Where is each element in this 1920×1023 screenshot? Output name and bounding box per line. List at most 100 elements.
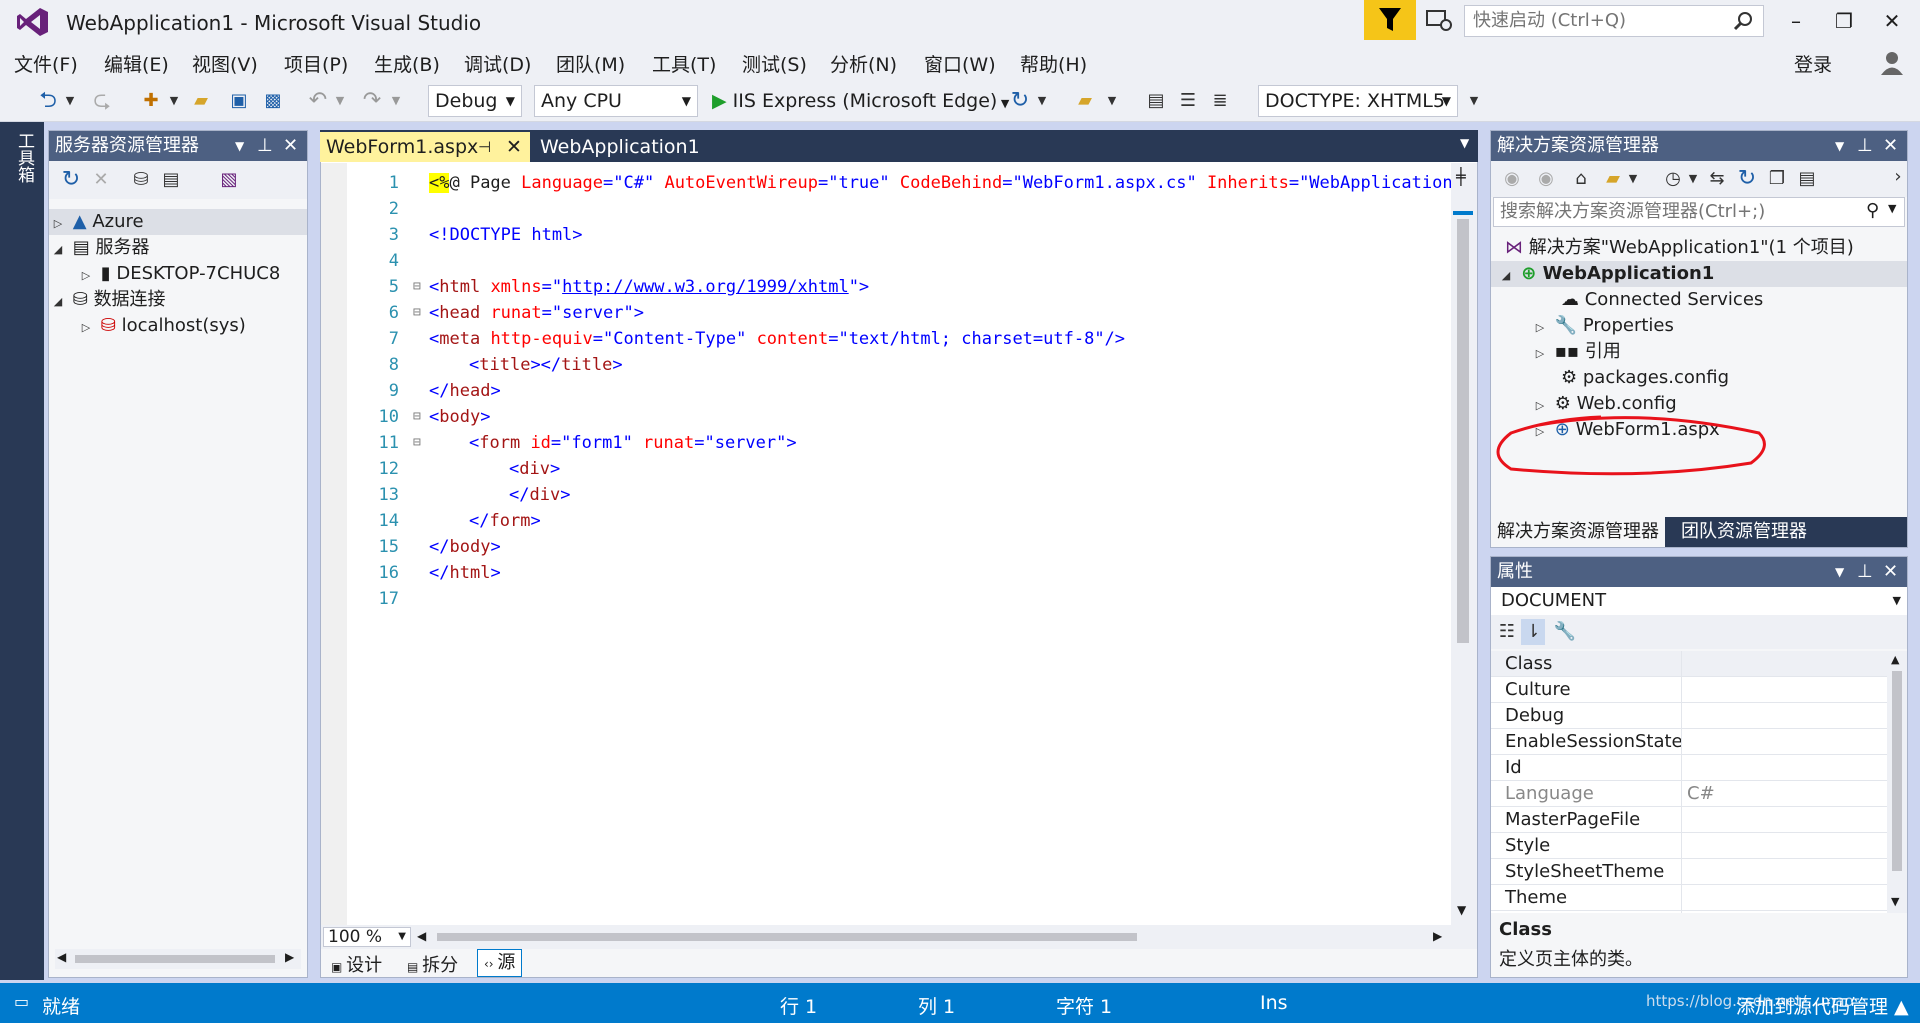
close-button[interactable]: ✕ [1872,6,1912,36]
refresh-browser-icon[interactable]: ↻ [1008,88,1032,114]
connect-database-icon[interactable]: ⛁ [129,167,153,193]
tree-item-packages-config[interactable]: ⚙ packages.config [1561,365,1729,391]
code-editor[interactable]: 1 2 3 4 5 6 7 8 9 10 11 12 13 14 15 16 1… [320,130,1478,978]
menu-edit[interactable]: 编辑(E) [104,50,169,77]
collapse-arrow-icon[interactable]: ◢ [49,237,67,263]
solution-platform-select[interactable]: Any CPU ▼ [534,85,698,117]
menu-file[interactable]: 文件(F) [14,50,78,77]
scrollbar-thumb[interactable] [1892,671,1902,871]
refresh-icon[interactable]: ↻ [1735,166,1759,192]
tab-webform1-aspx[interactable]: WebForm1.aspx ⊣ ✕ [320,132,530,162]
redo-icon[interactable]: ↷ [360,88,384,114]
tree-item-desktop[interactable]: ▷ ▮ DESKTOP-7CHUC8 [77,261,281,289]
menu-build[interactable]: 生成(B) [374,50,440,77]
menu-help[interactable]: 帮助(H) [1020,50,1087,77]
menu-analyze[interactable]: 分析(N) [830,50,897,77]
collapse-arrow-icon[interactable]: ◢ [1497,263,1515,289]
close-icon[interactable]: ✕ [283,131,298,161]
expand-arrow-icon[interactable]: ▷ [1531,315,1549,341]
design-view-button[interactable]: ▣ 设计 [331,951,382,976]
split-view-button[interactable]: ▤ 拆分 [407,951,458,976]
tree-item-connected-services[interactable]: ☁ Connected Services [1561,287,1763,313]
close-icon[interactable]: ✕ [1883,557,1898,587]
quick-launch-input[interactable] [1465,6,1720,34]
format-document-icon[interactable]: ▤ [1144,88,1168,114]
menu-view[interactable]: 视图(V) [192,50,258,77]
pin-icon[interactable]: ⊥ [257,131,273,161]
scroll-down-icon[interactable]: ▼ [1891,895,1899,908]
comment-lines-icon[interactable]: ≣ [1208,88,1232,114]
xmlns-link[interactable]: http://www.w3.org/1999/xhtml [562,277,849,297]
open-file-icon[interactable]: ▰ [188,88,214,114]
home-icon[interactable]: ⌂ [1569,166,1593,192]
object-selector[interactable]: DOCUMENT ▼ [1491,587,1907,615]
code-line-8[interactable]: <title></title> [469,355,623,375]
property-row[interactable]: Culture [1491,677,1887,703]
start-debugging-button[interactable]: ▶ IIS Express (Microsoft Edge) ▼ [712,88,1009,114]
menu-tools[interactable]: 工具(T) [652,50,716,77]
collapse-arrow-icon[interactable]: ◢ [49,289,67,315]
refresh-icon[interactable]: ↻ [59,167,83,193]
switch-views-dropdown-icon[interactable]: ▼ [1627,166,1639,192]
notification-filter-button[interactable] [1364,0,1416,40]
code-line-11[interactable]: <form id="form1" runat="server"> [469,433,797,453]
pane-menu-icon[interactable]: ▼ [1835,557,1844,587]
close-icon[interactable]: ✕ [506,132,522,162]
code-line-1[interactable]: <%@ Page Language="C#" AutoEventWireup="… [429,173,1473,193]
navigate-forward-icon[interactable]: ⮎ [90,88,114,114]
property-row[interactable]: Class [1491,651,1887,677]
scroll-left-icon[interactable]: ◀ [417,929,426,943]
undo-dropdown-icon[interactable]: ▼ [334,88,346,114]
undo-icon[interactable]: ↶ [306,88,330,114]
pin-icon[interactable]: ⊥ [1857,557,1873,587]
code-line-14[interactable]: </form> [469,511,541,531]
tree-item-references[interactable]: ▷ ▪▪ 引用 [1531,339,1621,365]
tree-item-localhost[interactable]: ▷ ⛁ localhost(sys) [77,313,246,339]
expand-arrow-icon[interactable]: ▷ [77,263,95,289]
toolbar-options-icon[interactable]: ▼ [1466,88,1482,114]
toolbox-tab[interactable]: 工具箱 [0,122,44,980]
tab-webapplication1[interactable]: WebApplication1 [534,132,706,162]
scrollbar-thumb[interactable] [1457,219,1469,643]
minimize-button[interactable]: – [1776,6,1816,36]
search-options-icon[interactable]: ▼ [1888,202,1896,215]
code-line-3[interactable]: <!DOCTYPE html> [429,225,583,245]
collapse-region-icon[interactable]: ⊟ [413,279,421,294]
menu-test[interactable]: 测试(S) [742,50,807,77]
tree-item-project[interactable]: ◢ ⊕ WebApplication1 [1491,261,1907,287]
stop-icon[interactable]: ✕ [89,167,113,193]
expand-arrow-icon[interactable]: ▷ [77,315,95,341]
property-row[interactable]: Language C# [1491,781,1887,807]
back-dropdown-icon[interactable]: ▼ [64,88,76,114]
close-icon[interactable]: ✕ [1883,131,1898,161]
scroll-up-icon[interactable]: ▲ [1891,653,1899,666]
code-line-6[interactable]: <head runat="server"> [429,303,644,323]
sync-icon[interactable]: ⇆ [1705,166,1729,192]
collapse-region-icon[interactable]: ⊟ [413,305,421,320]
property-row[interactable]: StyleSheetTheme [1491,859,1887,885]
maximize-button[interactable]: ❐ [1824,6,1864,36]
collapse-region-icon[interactable]: ⊟ [413,409,421,424]
property-row[interactable]: Id [1491,755,1887,781]
scroll-right-icon[interactable]: ▶ [285,950,294,964]
menu-team[interactable]: 团队(M) [556,50,625,77]
forward-icon[interactable]: ◉ [1535,166,1557,192]
more-icon[interactable]: › [1891,164,1905,190]
property-row[interactable]: Style [1491,833,1887,859]
split-window-icon[interactable]: ╪ [1456,167,1466,186]
new-project-icon[interactable]: ✚ [138,88,164,114]
toolbar-overflow-icon[interactable]: ▼ [1106,88,1118,114]
property-row[interactable]: Theme [1491,885,1887,911]
collapse-region-icon[interactable]: ⊟ [413,435,421,450]
solution-search-input[interactable] [1494,198,1854,224]
menu-debug[interactable]: 调试(D) [464,50,531,77]
zoom-select[interactable]: 100 % ▼ [323,927,411,947]
tree-item-azure[interactable]: ▷ ▲ Azure [49,209,307,235]
expand-arrow-icon[interactable]: ▷ [1531,341,1549,367]
tree-item-servers[interactable]: ◢ ▤ 服务器 [49,235,150,263]
add-to-source-control-button[interactable]: 添加到源代码管理 ▲ [1736,992,1909,1019]
pane-menu-icon[interactable]: ▼ [1835,131,1844,161]
tree-item-solution[interactable]: ⋈ 解决方案"WebApplication1"(1 个项目) [1505,235,1854,261]
code-line-9[interactable]: </head> [429,381,501,401]
categorized-icon[interactable]: ☷ [1495,619,1519,645]
